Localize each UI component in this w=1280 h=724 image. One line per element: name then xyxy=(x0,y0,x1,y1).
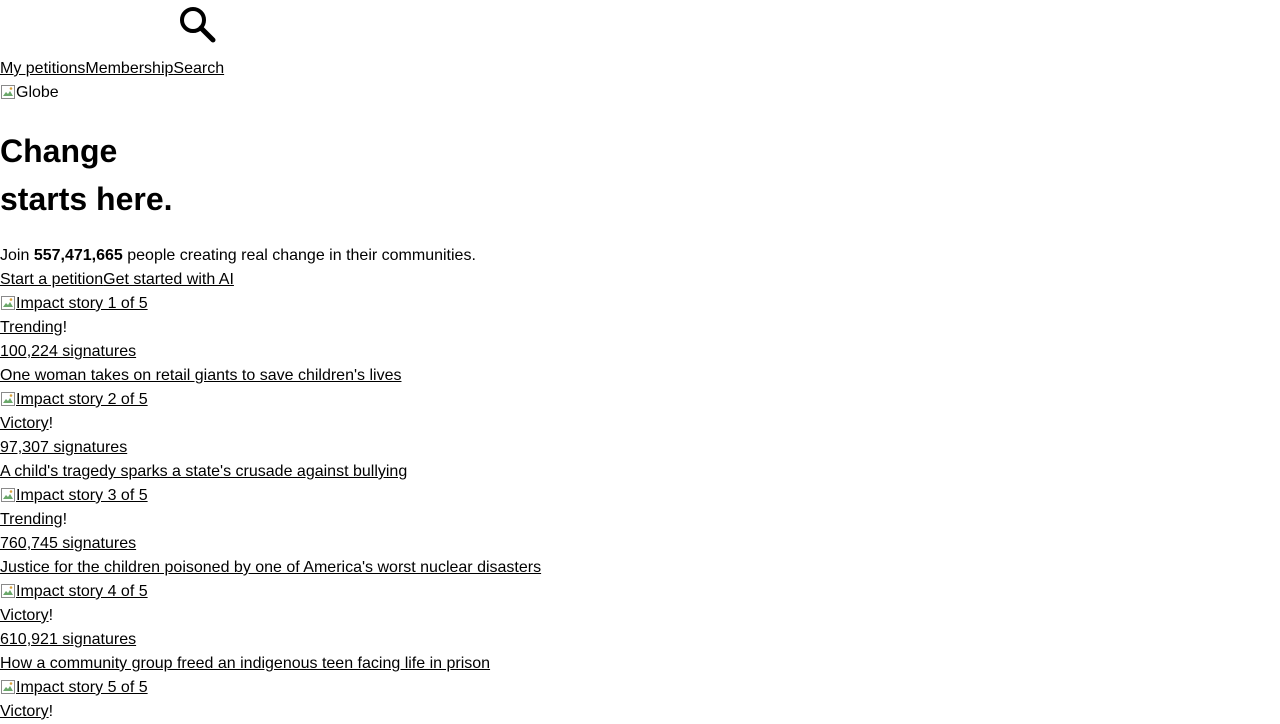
main-nav: My petitionsMembershipSearch xyxy=(0,57,224,81)
join-prefix: Join xyxy=(0,247,30,264)
broken-image-icon xyxy=(0,295,16,311)
story-signatures[interactable]: 760,745 signatures xyxy=(0,532,541,556)
story-status: Victory xyxy=(0,703,49,720)
story-headline[interactable]: A child's tragedy sparks a state's crusa… xyxy=(0,460,541,484)
impact-story: Impact story 2 of 5 Victory! 97,307 sign… xyxy=(0,388,541,484)
story-status-link[interactable]: Victory! xyxy=(0,412,541,436)
story-signatures[interactable]: 100,224 signatures xyxy=(0,340,541,364)
story-status-link[interactable]: Trending! xyxy=(0,508,541,532)
impact-story: Impact story 3 of 5 Trending! 760,745 si… xyxy=(0,484,541,580)
impact-story-link[interactable]: Impact story 3 of 5 xyxy=(0,484,541,508)
story-status-mark: ! xyxy=(48,703,54,720)
impact-story-link[interactable]: Impact story 2 of 5 xyxy=(0,388,541,412)
broken-image-icon xyxy=(0,84,16,100)
globe-alt-text: Globe xyxy=(16,84,59,101)
impact-story-link[interactable]: Impact story 5 of 5 xyxy=(0,676,541,700)
hero-title-line-2: starts here. xyxy=(0,181,173,217)
story-status-mark: ! xyxy=(62,511,68,528)
story-headline[interactable]: How a community group freed an indigenou… xyxy=(0,652,541,676)
story-signatures[interactable]: 97,307 signatures xyxy=(0,436,541,460)
impact-story: Impact story 4 of 5 Victory! 610,921 sig… xyxy=(0,580,541,676)
join-text: Join 557,471,665 people creating real ch… xyxy=(0,244,476,268)
member-count: 557,471,665 xyxy=(33,247,123,264)
get-started-ai-link[interactable]: Get started with AI xyxy=(103,271,234,288)
story-image-alt: Impact story 2 of 5 xyxy=(16,391,148,408)
story-status-link[interactable]: Victory! xyxy=(0,700,541,724)
story-image-alt: Impact story 4 of 5 xyxy=(16,583,148,600)
join-suffix: people creating real change in their com… xyxy=(127,247,476,264)
story-status: Trending xyxy=(0,319,63,336)
story-image-alt: Impact story 5 of 5 xyxy=(16,679,148,696)
story-status-link[interactable]: Trending! xyxy=(0,316,541,340)
start-petition-link[interactable]: Start a petition xyxy=(0,271,103,288)
page-title: Change starts here. xyxy=(0,127,173,223)
cta-group: Start a petitionGet started with AI xyxy=(0,268,234,292)
story-image-alt: Impact story 3 of 5 xyxy=(16,487,148,504)
globe-image: Globe xyxy=(0,81,59,105)
broken-image-icon xyxy=(0,487,16,503)
impact-stories-list: Impact story 1 of 5 Trending! 100,224 si… xyxy=(0,292,541,724)
story-status-mark: ! xyxy=(62,319,68,336)
search-icon[interactable] xyxy=(178,5,216,43)
story-status: Victory xyxy=(0,415,49,432)
broken-image-icon xyxy=(0,583,16,599)
story-status-mark: ! xyxy=(48,607,54,624)
story-image-alt: Impact story 1 of 5 xyxy=(16,295,148,312)
impact-story-link[interactable]: Impact story 1 of 5 xyxy=(0,292,541,316)
story-headline[interactable]: Justice for the children poisoned by one… xyxy=(0,556,541,580)
story-headline[interactable]: One woman takes on retail giants to save… xyxy=(0,364,541,388)
impact-story: Impact story 1 of 5 Trending! 100,224 si… xyxy=(0,292,541,388)
story-status-mark: ! xyxy=(48,415,54,432)
story-status-link[interactable]: Victory! xyxy=(0,604,541,628)
impact-story: Impact story 5 of 5 Victory! xyxy=(0,676,541,724)
hero-title-line-1: Change xyxy=(0,133,118,169)
nav-link-membership[interactable]: Membership xyxy=(85,60,173,77)
impact-story-link[interactable]: Impact story 4 of 5 xyxy=(0,580,541,604)
nav-link-search[interactable]: Search xyxy=(173,60,224,77)
broken-image-icon xyxy=(0,391,16,407)
broken-image-icon xyxy=(0,679,16,695)
story-status: Trending xyxy=(0,511,63,528)
nav-link-my-petitions[interactable]: My petitions xyxy=(0,60,85,77)
story-status: Victory xyxy=(0,607,49,624)
story-signatures[interactable]: 610,921 signatures xyxy=(0,628,541,652)
